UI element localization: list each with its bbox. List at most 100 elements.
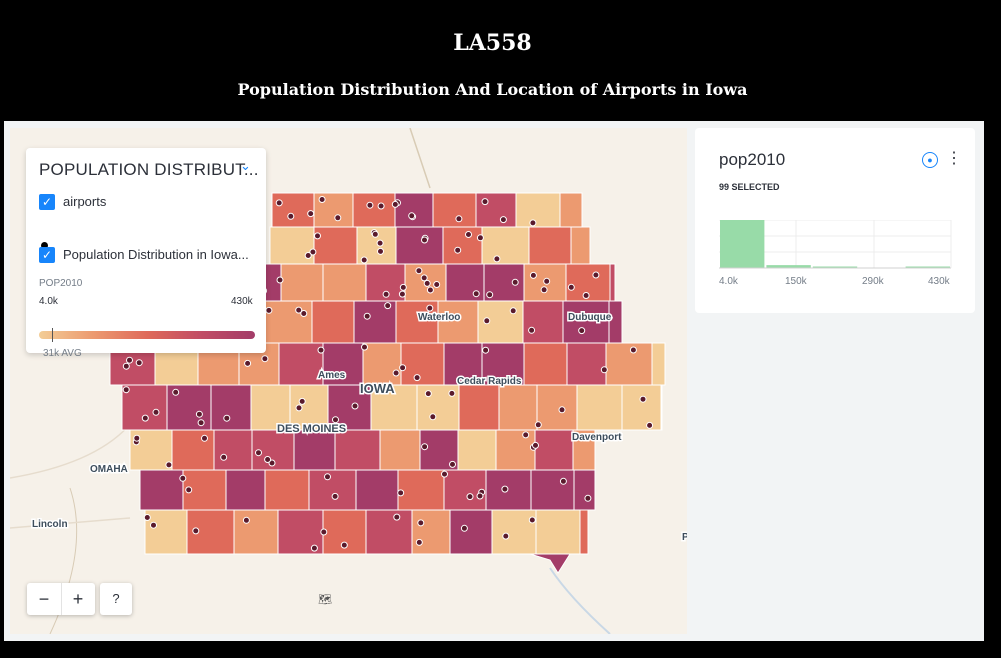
county-polygon[interactable] [432,192,477,228]
airport-marker[interactable] [578,327,586,335]
county-polygon[interactable] [213,429,253,471]
airport-marker[interactable] [529,219,537,227]
airport-marker[interactable] [185,486,193,494]
histogram-chart[interactable] [719,220,959,272]
airport-marker[interactable] [220,453,228,461]
airport-marker[interactable] [195,410,203,418]
airport-marker[interactable] [351,402,359,410]
airport-marker[interactable] [332,416,339,424]
airport-marker[interactable] [534,421,542,429]
county-polygon[interactable] [411,509,451,555]
airport-marker[interactable] [334,214,342,222]
airport-marker[interactable] [361,343,368,351]
airport-marker[interactable] [310,544,318,552]
county-polygon[interactable] [570,226,591,265]
airport-marker[interactable] [499,216,507,224]
airport-marker[interactable] [540,286,548,294]
county-polygon[interactable] [528,226,572,265]
airport-marker[interactable] [360,256,368,264]
airport-marker[interactable] [392,369,400,377]
zoom-out-button[interactable]: − [27,583,62,615]
airport-marker[interactable] [424,390,432,398]
airport-marker[interactable] [423,279,431,287]
airport-marker[interactable] [460,524,468,532]
zoom-in-button[interactable]: + [61,583,95,615]
airport-marker[interactable] [242,516,250,524]
county-polygon[interactable] [352,192,396,228]
county-polygon[interactable] [559,192,583,228]
airport-marker[interactable] [141,414,149,422]
county-polygon[interactable] [394,192,434,228]
airport-marker[interactable] [482,346,490,354]
county-polygon[interactable] [271,192,315,228]
airport-marker[interactable] [528,326,536,334]
airport-marker[interactable] [366,201,374,209]
county-polygon[interactable] [475,192,517,228]
airport-marker[interactable] [417,519,425,527]
county-polygon[interactable] [621,384,662,431]
airport-marker[interactable] [398,290,406,298]
airport-marker[interactable] [152,408,160,416]
county-polygon[interactable] [278,342,324,386]
airport-marker[interactable] [126,356,133,364]
airport-marker[interactable] [255,449,262,457]
airport-marker[interactable] [298,397,306,405]
county-polygon[interactable] [609,263,616,302]
county-polygon[interactable] [280,263,324,302]
airport-marker[interactable] [399,364,407,372]
airport-marker[interactable] [448,389,456,397]
county-polygon[interactable] [308,469,357,511]
airport-marker[interactable] [314,232,321,240]
county-polygon[interactable] [225,469,266,511]
airport-marker[interactable] [201,434,208,442]
county-polygon[interactable] [573,469,596,511]
county-polygon[interactable] [457,429,497,471]
airport-marker[interactable] [307,210,315,218]
help-button[interactable]: ? [100,583,132,615]
airport-marker[interactable] [466,493,474,501]
airports-layer-checkbox[interactable]: ✓ [39,194,55,210]
county-polygon[interactable] [233,509,279,555]
airport-marker[interactable] [454,246,462,254]
airport-marker[interactable] [399,283,407,291]
airport-marker[interactable] [421,236,428,244]
airport-marker[interactable] [415,538,423,546]
airport-marker[interactable] [532,441,539,449]
county-polygon[interactable] [534,429,574,471]
airport-marker[interactable] [377,247,384,255]
county-polygon[interactable] [523,342,568,386]
map-canvas[interactable]: Waterloo Dubuque Ames IOWA Cedar Rapids … [10,128,687,634]
airport-marker[interactable] [493,255,501,263]
airport-marker[interactable] [295,306,303,314]
airport-marker[interactable] [543,277,551,285]
airport-marker[interactable] [408,212,416,220]
airport-marker[interactable] [331,492,339,500]
airport-marker[interactable] [264,456,272,463]
county-polygon[interactable] [491,509,537,555]
airport-marker[interactable] [449,460,456,468]
airport-marker[interactable] [420,274,428,282]
county-polygon[interactable] [395,226,444,265]
county-polygon[interactable] [365,509,413,555]
airport-marker[interactable] [324,473,331,481]
airport-marker[interactable] [465,231,472,238]
airport-marker[interactable] [165,461,173,469]
county-polygon[interactable] [293,429,336,471]
airport-marker[interactable] [441,470,448,478]
airport-marker[interactable] [384,302,392,310]
county-polygon[interactable] [522,300,564,344]
county-polygon[interactable] [210,384,252,431]
drop-icon[interactable]: ● [922,152,938,168]
airport-marker[interactable] [192,527,200,535]
county-polygon[interactable] [139,469,184,511]
airport-marker[interactable] [558,406,566,414]
airport-marker[interactable] [472,290,480,298]
airport-marker[interactable] [501,485,509,493]
airport-marker[interactable] [429,413,437,421]
airport-marker[interactable] [382,290,390,298]
airport-marker[interactable] [376,239,384,247]
airport-marker[interactable] [639,395,647,403]
county-polygon[interactable] [529,553,571,574]
county-polygon[interactable] [400,342,445,386]
airport-marker[interactable] [304,252,312,259]
